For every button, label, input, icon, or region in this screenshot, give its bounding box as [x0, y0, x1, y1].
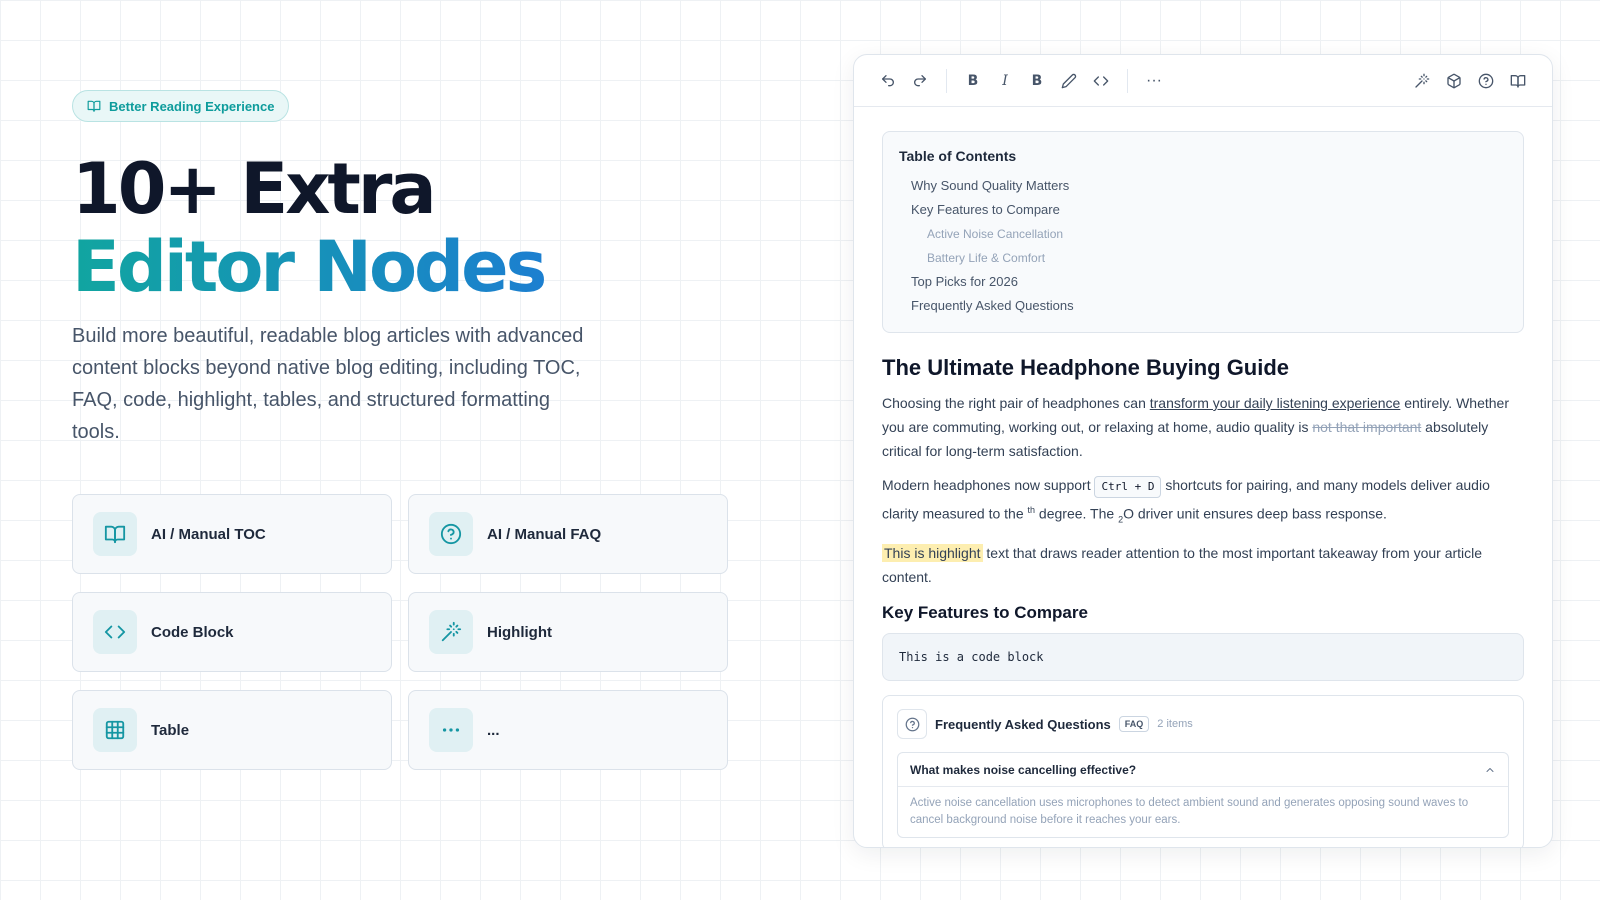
feature-card-highlight: Highlight [408, 592, 728, 672]
block-button[interactable] [1438, 65, 1470, 97]
text-run: degree. The [1035, 505, 1119, 522]
superscript: th [1027, 505, 1036, 515]
toc-button[interactable] [1502, 65, 1534, 97]
title-line-2: Editor Nodes [72, 226, 547, 308]
book-open-icon [1510, 74, 1526, 88]
feature-card-code: Code Block [72, 592, 392, 672]
toc-title: Table of Contents [899, 148, 1017, 164]
faq-item: What makes noise cancelling effective? A… [897, 752, 1509, 839]
chevron-up-icon[interactable] [1484, 764, 1496, 776]
magic-wand-icon [1415, 73, 1430, 88]
feature-label: AI / Manual TOC [151, 525, 266, 543]
toc-link[interactable]: Battery Life & Comfort [899, 246, 1507, 270]
inline-code-button[interactable] [1085, 65, 1117, 97]
feature-card-toc: AI / Manual TOC [72, 494, 392, 574]
toc-link[interactable]: Why Sound Quality Matters [899, 174, 1507, 198]
section-heading: Key Features to Compare [882, 603, 1088, 623]
faq-count: 2 items [1157, 718, 1193, 731]
feature-label: Table [151, 721, 190, 739]
text-run: Modern headphones now support [882, 477, 1095, 493]
feature-card-more: ... [408, 690, 728, 770]
italic-button[interactable]: I [989, 65, 1021, 97]
highlighted-text: This is highlight [882, 544, 983, 563]
faq-title: Frequently Asked Questions [935, 716, 1111, 732]
page-title: 10+ Extra Editor Nodes [72, 150, 732, 306]
faq-tag: FAQ [1118, 716, 1150, 733]
pen-icon [1061, 73, 1077, 88]
redo-icon [914, 74, 926, 86]
feature-label: Code Block [151, 623, 234, 641]
toc-link[interactable]: Key Features to Compare [899, 198, 1507, 222]
redo-button[interactable] [904, 65, 936, 97]
undo-icon [882, 74, 894, 86]
hero-section: Better Reading Experience 10+ Extra Edit… [72, 90, 732, 770]
code-block[interactable]: This is a code block [882, 633, 1524, 682]
editor-window: B I B ··· Table of Contents Why Sound Qu… [853, 54, 1553, 848]
strikethrough-text: not that important [1312, 419, 1422, 435]
faq-block: Frequently Asked Questions FAQ 2 items W… [882, 695, 1524, 847]
table-icon [93, 708, 137, 752]
toc-link[interactable]: Frequently Asked Questions [899, 294, 1507, 318]
bold-alt-button[interactable]: B [1021, 65, 1053, 97]
editor-content[interactable]: Table of Contents Why Sound Quality Matt… [854, 107, 1552, 847]
code-icon [93, 610, 137, 654]
article-title: The Ultimate Headphone Buying Guide [882, 355, 1290, 380]
lead-paragraph: Build more beautiful, readable blog arti… [72, 325, 584, 443]
keyboard-shortcut: Ctrl + D [1094, 476, 1162, 498]
editor-toolbar: B I B ··· [854, 55, 1552, 107]
faq-button[interactable] [1470, 65, 1502, 97]
feature-card-table: Table [72, 690, 392, 770]
faq-header: Frequently Asked Questions FAQ 2 items [897, 708, 1509, 740]
pen-button[interactable] [1053, 65, 1085, 97]
toc-link[interactable]: Active Noise Cancellation [899, 222, 1507, 246]
cube-icon [1447, 73, 1461, 88]
feature-label: AI / Manual FAQ [487, 525, 602, 543]
title-line-1: 10+ Extra [72, 148, 437, 230]
paragraph: Modern headphones now support Ctrl + D s… [882, 473, 1524, 531]
book-open-icon [87, 100, 101, 112]
text-run: Choosing the right pair of headphones ca… [882, 395, 1150, 411]
more-button[interactable]: ··· [1138, 65, 1170, 97]
feature-grid: AI / Manual TOC AI / Manual FAQ Code Blo… [72, 494, 732, 770]
badge-label: Better Reading Experience [109, 98, 275, 114]
feature-card-faq: AI / Manual FAQ [408, 494, 728, 574]
table-of-contents: Table of Contents Why Sound Quality Matt… [882, 131, 1524, 333]
toolbar-divider [1127, 68, 1128, 93]
magic-wand-icon [429, 610, 473, 654]
paragraph: This is highlight text that draws reader… [882, 541, 1524, 589]
feature-label: Highlight [487, 623, 552, 641]
ai-button[interactable] [1406, 65, 1438, 97]
help-circle-icon [1478, 73, 1494, 88]
book-icon [93, 512, 137, 556]
faq-question[interactable]: What makes noise cancelling effective? [898, 753, 1508, 788]
toolbar-divider [946, 68, 947, 93]
faq-question-text: What makes noise cancelling effective? [910, 762, 1137, 777]
bold-button[interactable]: B [957, 65, 989, 97]
help-circle-icon [897, 709, 927, 740]
more-icon [429, 708, 473, 752]
faq-answer: Active noise cancellation uses microphon… [910, 797, 1469, 827]
paragraph: Choosing the right pair of headphones ca… [882, 391, 1524, 463]
code-icon [1093, 75, 1109, 86]
toc-link[interactable]: Top Picks for 2026 [899, 270, 1507, 294]
feature-badge: Better Reading Experience [72, 90, 290, 122]
help-circle-icon [429, 512, 473, 556]
undo-button[interactable] [872, 65, 904, 97]
underlined-link[interactable]: transform your daily listening experienc… [1150, 395, 1401, 411]
text-run: O driver unit ensures deep bass response… [1123, 505, 1387, 522]
feature-label: ... [487, 721, 500, 739]
